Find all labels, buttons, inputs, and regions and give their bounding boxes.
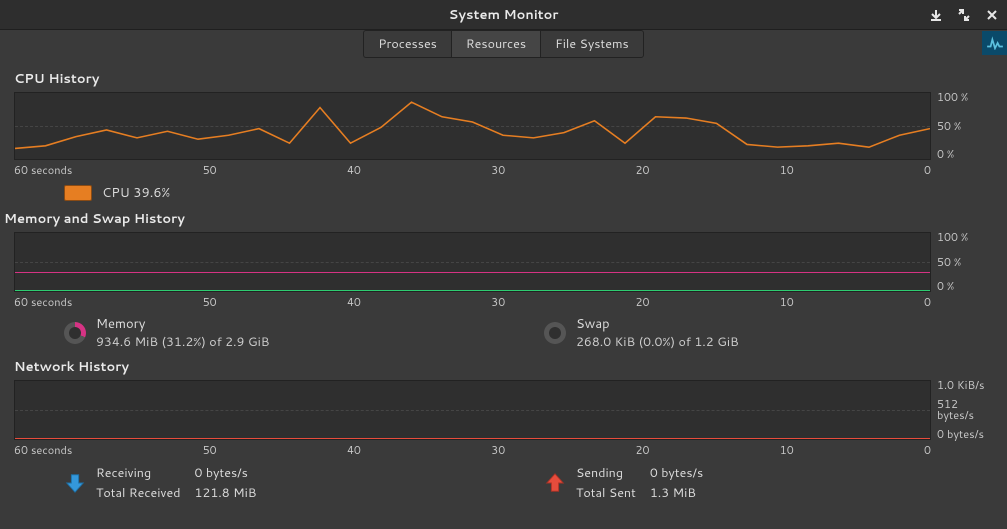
x-tick: 0 xyxy=(924,294,931,310)
swap-label: Swap xyxy=(576,316,739,334)
y-tick: 512 bytes/s xyxy=(937,399,993,421)
send-label: Sending xyxy=(576,464,636,482)
memory-label: Memory xyxy=(96,316,270,334)
mem-chart: 100 % 50 % 0 % xyxy=(14,232,993,292)
y-tick: 100 % xyxy=(937,92,993,103)
mem-memory-legend[interactable]: Memory 934.6 MiB (31.2%) of 2.9 GiB xyxy=(64,316,504,350)
cpu-chart-box xyxy=(14,92,931,160)
net-send-line xyxy=(15,438,930,439)
mem-swap-legend[interactable]: Swap 268.0 KiB (0.0%) of 1.2 GiB xyxy=(544,316,739,350)
cpu-swatch xyxy=(64,185,92,201)
recv-rate: 0 bytes/s xyxy=(194,464,256,482)
swap-pie-icon xyxy=(544,322,566,344)
cpu-legend-label: CPU 39.6% xyxy=(102,184,170,202)
minimize-button[interactable] xyxy=(927,6,945,24)
net-send-legend[interactable]: Sending 0 bytes/s Total Sent 1.3 MiB xyxy=(544,464,703,502)
maximize-button[interactable] xyxy=(955,6,973,24)
x-tick: 20 xyxy=(635,162,649,178)
memory-detail: 934.6 MiB (31.2%) of 2.9 GiB xyxy=(96,334,270,351)
mem-legend: Memory 934.6 MiB (31.2%) of 2.9 GiB Swap… xyxy=(64,316,993,350)
x-tick: 40 xyxy=(347,294,361,310)
net-y-axis: 1.0 KiB/s 512 bytes/s 0 bytes/s xyxy=(931,380,993,440)
tray-monitor-icon[interactable] xyxy=(982,31,1007,55)
x-tick: 60 seconds xyxy=(14,442,72,458)
x-tick: 20 xyxy=(635,294,649,310)
memory-pie-icon xyxy=(64,322,86,344)
x-tick: 10 xyxy=(780,442,794,458)
tab-file-systems[interactable]: File Systems xyxy=(540,30,644,58)
x-tick: 60 seconds xyxy=(14,162,72,178)
x-tick: 30 xyxy=(491,442,505,458)
close-button[interactable] xyxy=(983,6,1001,24)
y-tick: 0 % xyxy=(937,149,993,160)
memory-legend-text: Memory 934.6 MiB (31.2%) of 2.9 GiB xyxy=(96,316,270,350)
mem-y-axis: 100 % 50 % 0 % xyxy=(931,232,993,292)
x-tick: 10 xyxy=(780,294,794,310)
swap-detail: 268.0 KiB (0.0%) of 1.2 GiB xyxy=(576,334,739,351)
cpu-plot xyxy=(15,93,930,159)
cpu-legend: CPU 39.6% xyxy=(64,184,993,202)
send-total: 1.3 MiB xyxy=(650,484,703,502)
recv-label: Receiving xyxy=(96,464,180,482)
upload-arrow-icon xyxy=(544,472,566,494)
x-tick: 50 xyxy=(203,442,217,458)
x-tick: 50 xyxy=(203,294,217,310)
titlebar: System Monitor xyxy=(0,0,1007,30)
content-resources: CPU History 100 % 50 % 0 % 60 seconds 50… xyxy=(0,58,1007,518)
x-tick: 60 seconds xyxy=(14,294,72,310)
mem-x-axis: 60 seconds 50 40 30 20 10 0 xyxy=(14,294,993,310)
x-tick: 50 xyxy=(203,162,217,178)
mem-swap-line xyxy=(15,290,930,291)
net-x-axis: 60 seconds 50 40 30 20 10 0 xyxy=(14,442,993,458)
tabbar: Processes Resources File Systems xyxy=(0,30,1007,58)
send-rate: 0 bytes/s xyxy=(650,464,703,482)
cpu-chart: 100 % 50 % 0 % xyxy=(14,92,993,160)
net-chart-box xyxy=(14,380,931,440)
net-send-text: Sending 0 bytes/s Total Sent 1.3 MiB xyxy=(576,464,703,502)
x-tick: 40 xyxy=(347,162,361,178)
y-tick: 0 % xyxy=(937,281,993,292)
net-chart: 1.0 KiB/s 512 bytes/s 0 bytes/s xyxy=(14,380,993,440)
mem-memory-line xyxy=(15,272,930,273)
x-tick: 40 xyxy=(347,442,361,458)
net-legend: Receiving 0 bytes/s Total Received 121.8… xyxy=(64,464,993,502)
y-tick: 100 % xyxy=(937,232,993,243)
x-tick: 30 xyxy=(491,162,505,178)
y-tick: 1.0 KiB/s xyxy=(937,380,993,391)
tab-resources[interactable]: Resources xyxy=(451,30,540,58)
x-tick: 0 xyxy=(924,162,931,178)
window-title: System Monitor xyxy=(0,6,1007,24)
cpu-section-title: CPU History xyxy=(14,70,993,88)
net-recv-text: Receiving 0 bytes/s Total Received 121.8… xyxy=(96,464,257,502)
download-arrow-icon xyxy=(64,472,86,494)
cpu-legend-item[interactable]: CPU 39.6% xyxy=(64,184,170,202)
tab-processes[interactable]: Processes xyxy=(363,30,451,58)
mem-chart-box xyxy=(14,232,931,292)
recv-total-label: Total Received xyxy=(96,484,180,502)
net-recv-legend[interactable]: Receiving 0 bytes/s Total Received 121.8… xyxy=(64,464,504,502)
cpu-x-axis: 60 seconds 50 40 30 20 10 0 xyxy=(14,162,993,178)
cpu-y-axis: 100 % 50 % 0 % xyxy=(931,92,993,160)
mem-section-title: Memory and Swap History xyxy=(4,210,993,228)
net-section-title: Network History xyxy=(14,358,993,376)
x-tick: 20 xyxy=(635,442,649,458)
y-tick: 50 % xyxy=(937,121,993,132)
y-tick: 0 bytes/s xyxy=(937,429,993,440)
x-tick: 10 xyxy=(780,162,794,178)
x-tick: 0 xyxy=(924,442,931,458)
recv-total: 121.8 MiB xyxy=(194,484,256,502)
send-total-label: Total Sent xyxy=(576,484,636,502)
x-tick: 30 xyxy=(491,294,505,310)
window-controls xyxy=(927,0,1001,29)
swap-legend-text: Swap 268.0 KiB (0.0%) of 1.2 GiB xyxy=(576,316,739,350)
y-tick: 50 % xyxy=(937,257,993,268)
